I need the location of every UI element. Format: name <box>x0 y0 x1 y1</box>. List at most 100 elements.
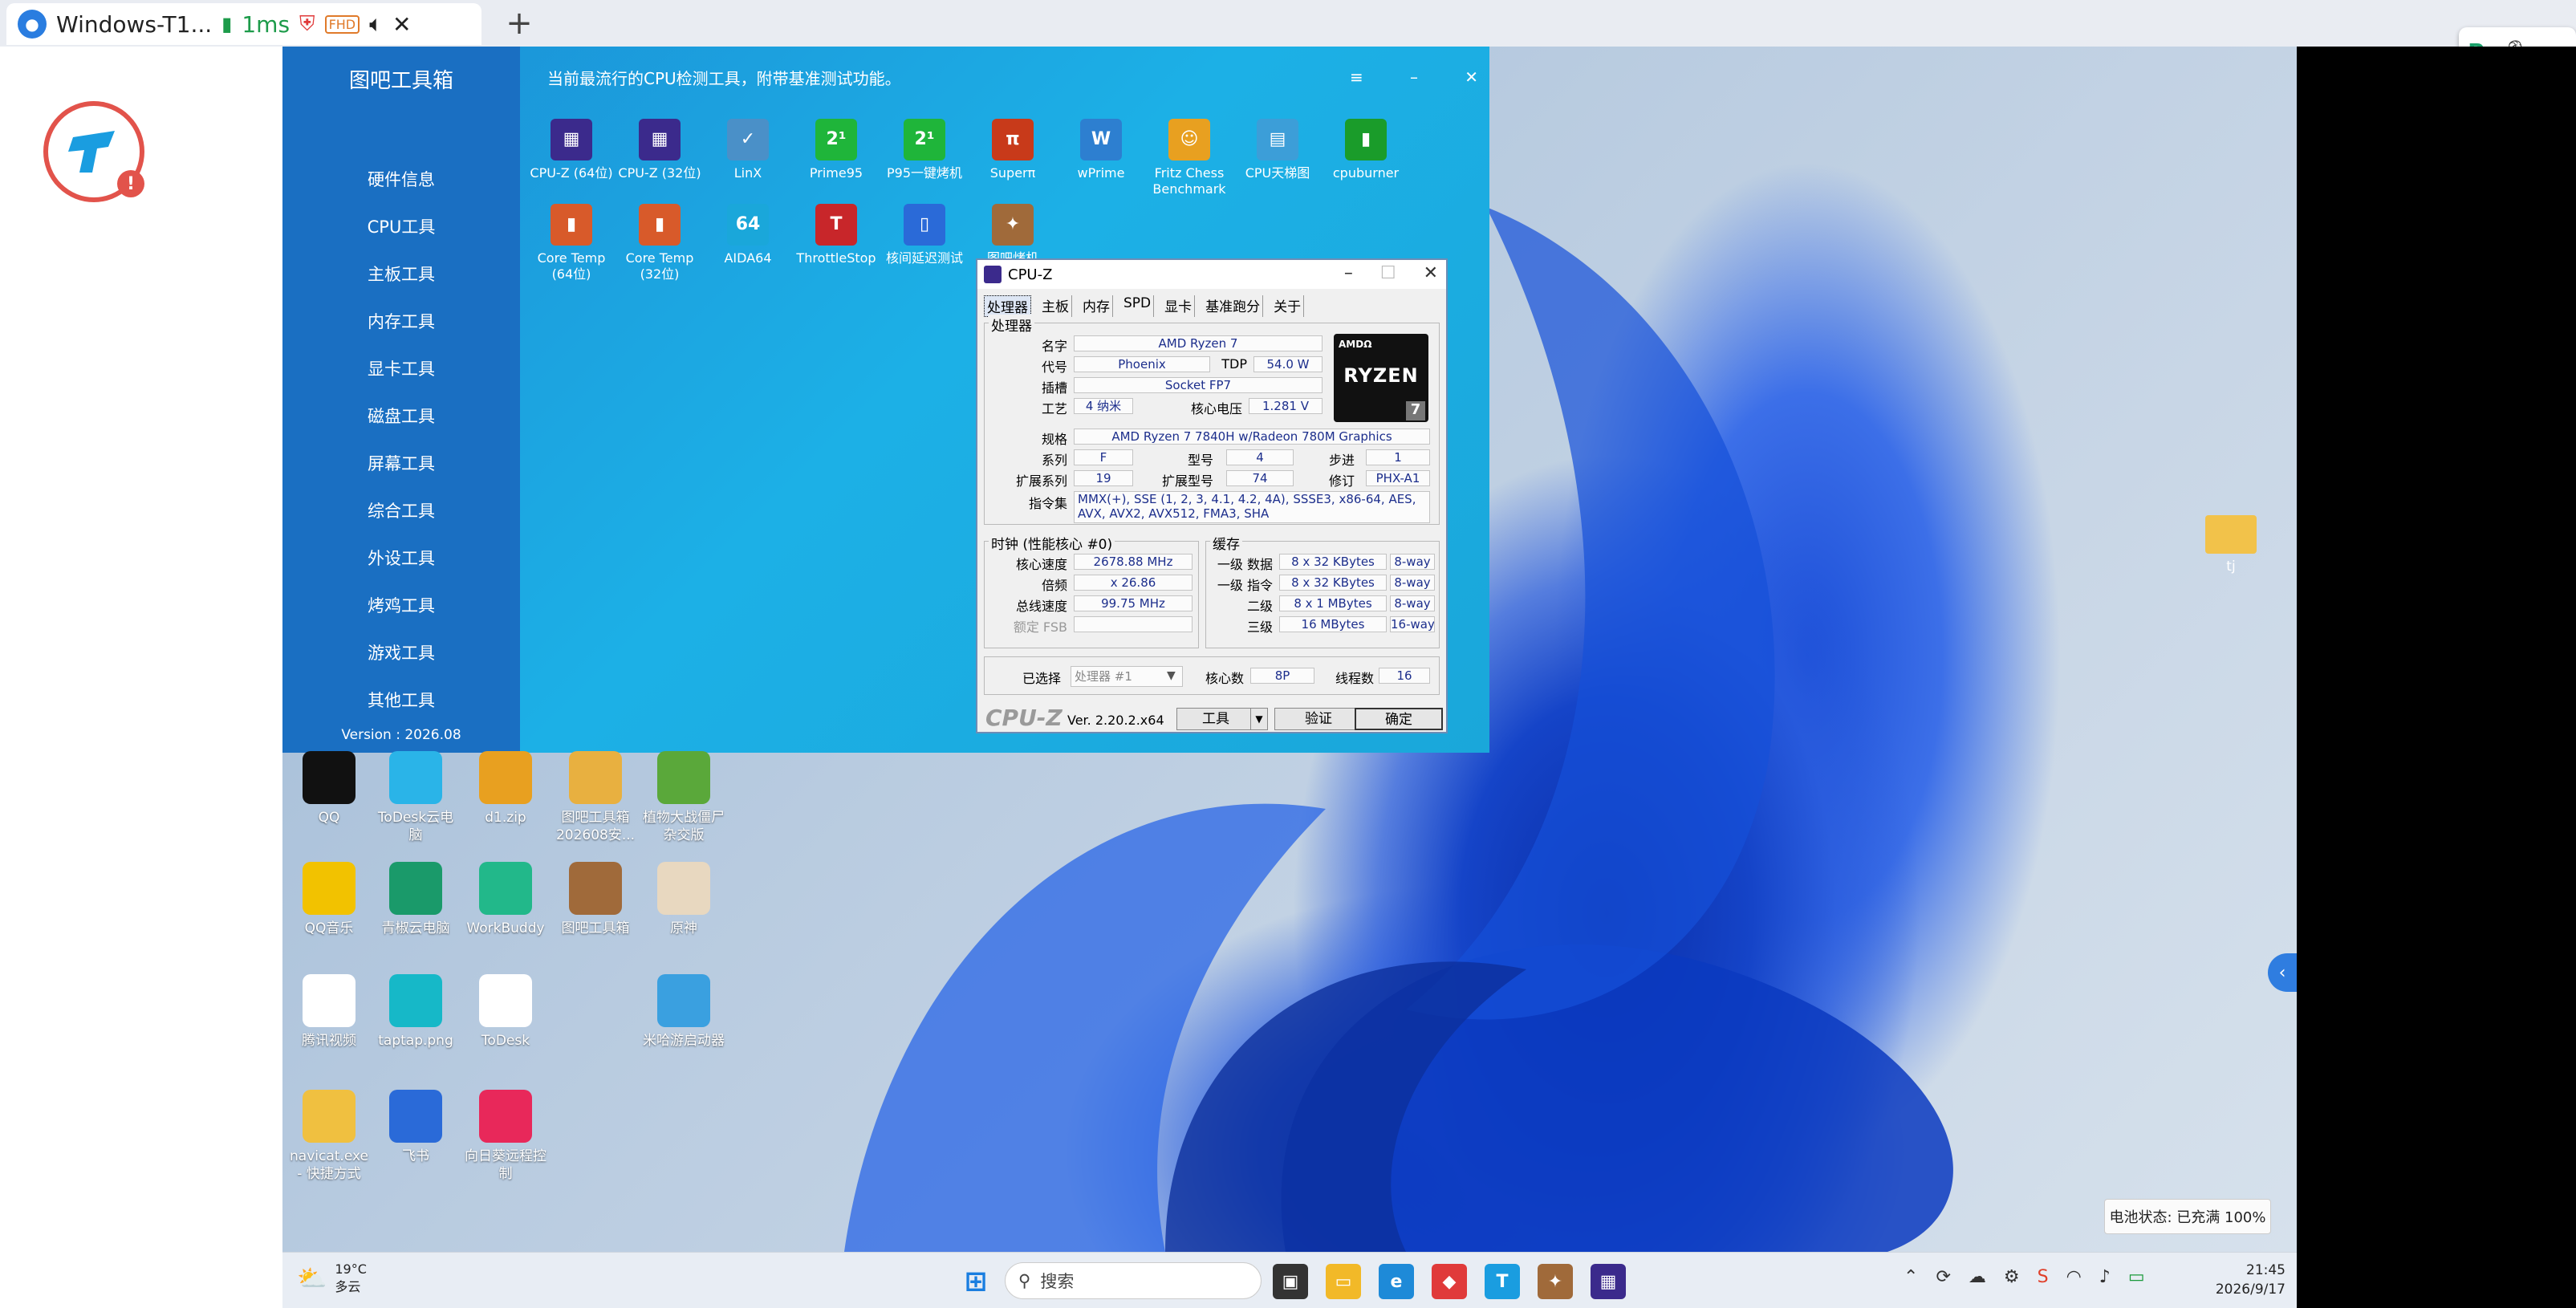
sidebar-item[interactable]: 其他工具 <box>282 688 520 712</box>
desktop-icon[interactable]: 飞书 <box>374 1090 457 1165</box>
hd-badge[interactable]: FHD <box>324 14 360 34</box>
tool-item[interactable]: π Superπ <box>968 119 1058 181</box>
desktop-icon[interactable]: navicat.exe - 快捷方式 <box>287 1090 371 1183</box>
validate-button[interactable]: 验证 <box>1274 708 1363 730</box>
weather-widget[interactable]: ⛅ 19°C 多云 <box>297 1261 367 1296</box>
todesk-floating-icon[interactable]: ! <box>43 101 144 202</box>
tools-button[interactable]: 工具 <box>1176 708 1255 730</box>
tool-item[interactable]: ▮ Core Temp (64位) <box>526 204 616 282</box>
anydesk-icon[interactable]: ◆ <box>1432 1264 1467 1299</box>
maximize-icon[interactable]: ☐ <box>1380 263 1396 283</box>
desktop-icon[interactable]: 腾讯视频 <box>287 974 371 1050</box>
file-explorer-icon[interactable]: ▭ <box>1326 1264 1361 1299</box>
desktop-app-icon <box>479 751 532 804</box>
tools-dropdown-icon[interactable]: ▼ <box>1250 708 1268 730</box>
close-icon[interactable]: ✕ <box>1465 67 1478 87</box>
sidebar-item[interactable]: 内存工具 <box>282 309 520 333</box>
cpuz-tab[interactable]: 关于 <box>1271 295 1305 317</box>
desktop-icon[interactable]: QQ音乐 <box>287 862 371 937</box>
tool-item[interactable]: 2¹ Prime95 <box>791 119 881 181</box>
cpuz-tab[interactable]: SPD <box>1121 295 1155 317</box>
desktop-icon-label: navicat.exe - 快捷方式 <box>290 1148 368 1182</box>
cpuz-tab[interactable]: 基准跑分 <box>1203 295 1264 317</box>
app-tray-icon[interactable]: S <box>2038 1267 2049 1287</box>
clock[interactable]: 21:45 2026/9/17 <box>2205 1261 2285 1299</box>
sidebar-item[interactable]: 磁盘工具 <box>282 404 520 428</box>
ext-family-value: 19 <box>1074 470 1133 486</box>
tool-item[interactable]: ▦ CPU-Z (32位) <box>615 119 705 181</box>
sidebar-item[interactable]: 屏幕工具 <box>282 451 520 475</box>
sidebar-item[interactable]: 显卡工具 <box>282 356 520 380</box>
tool-item[interactable]: ▦ CPU-Z (64位) <box>526 119 616 181</box>
sidebar-item[interactable]: CPU工具 <box>282 214 520 238</box>
edge-icon[interactable]: e <box>1379 1264 1414 1299</box>
desktop-icon[interactable]: 图吧工具箱 <box>554 862 637 937</box>
sidebar-item[interactable]: 综合工具 <box>282 498 520 522</box>
desktop-folder[interactable]: tj <box>2202 515 2260 575</box>
minimize-icon[interactable]: – <box>1410 67 1418 87</box>
tool-item[interactable]: ▯ 核间延迟测试 <box>880 204 969 266</box>
cpuz-taskbar-icon[interactable]: ▦ <box>1591 1264 1626 1299</box>
settings-icon[interactable]: ⚙ <box>2004 1267 2020 1287</box>
tool-item[interactable]: 2¹ P95一键烤机 <box>880 119 969 181</box>
menu-icon[interactable]: ≡ <box>1350 67 1363 87</box>
desktop-icon[interactable]: ToDesk <box>464 974 547 1050</box>
sidebar-item[interactable]: 烤鸡工具 <box>282 593 520 617</box>
desktop-icon[interactable]: ToDesk云电脑 <box>374 751 457 844</box>
close-tab-icon[interactable]: ✕ <box>392 11 411 38</box>
sidebar-item[interactable]: 外设工具 <box>282 546 520 570</box>
desktop-icon[interactable]: 图吧工具箱 202608安... <box>554 751 637 844</box>
tool-item[interactable]: WwPrime <box>1056 119 1146 181</box>
cpuz-tab[interactable]: 主板 <box>1039 295 1072 317</box>
cpuz-tab[interactable]: 处理器 <box>984 295 1031 317</box>
search-box[interactable]: ⚲ 搜索 <box>1005 1262 1262 1299</box>
tool-icon: 2¹ <box>904 119 945 160</box>
desktop-icon[interactable]: 青椒云电脑 <box>374 862 457 937</box>
tool-item[interactable]: T ThrottleStop <box>791 204 881 266</box>
desktop-icon[interactable]: 米哈游启动器 <box>642 974 725 1050</box>
desktop-icon[interactable]: taptap.png <box>374 974 457 1050</box>
session-tab[interactable]: ● Windows-T1... ▮ 1ms ⛨ FHD 🔈︎ ✕ <box>6 3 481 45</box>
start-icon[interactable]: ⊞ <box>958 1264 993 1299</box>
tool-item[interactable]: ☺ Fritz Chess Benchmark <box>1144 119 1234 197</box>
desktop-icon[interactable]: QQ <box>287 751 371 827</box>
tool-item[interactable]: ▤ CPU天梯图 <box>1233 119 1323 181</box>
minimize-icon[interactable]: – <box>1344 263 1353 283</box>
shield-icon[interactable]: ⛨ <box>299 12 315 37</box>
new-tab-button[interactable]: + <box>499 5 539 42</box>
tool-item[interactable]: ✦图吧烤机 <box>968 204 1058 266</box>
tool-item[interactable]: ▮ cpuburner <box>1321 119 1411 181</box>
desktop-icon[interactable]: WorkBuddy <box>464 862 547 937</box>
cpuz-tab[interactable]: 显卡 <box>1162 295 1196 317</box>
cache-way: 8-way <box>1390 575 1435 591</box>
toolbox-taskbar-icon[interactable]: ✦ <box>1538 1264 1573 1299</box>
cloud-icon[interactable]: ☁ <box>1969 1267 1986 1287</box>
desktop-icon[interactable]: d1.zip <box>464 751 547 827</box>
ok-button[interactable]: 确定 <box>1355 708 1443 730</box>
tool-item[interactable]: ✓ LinX <box>703 119 793 181</box>
chevron-down-icon[interactable]: ▼ <box>1167 669 1176 682</box>
todesk-icon[interactable]: T <box>1485 1264 1520 1299</box>
processor-select[interactable]: 处理器 #1 <box>1071 666 1183 687</box>
desktop-app-icon <box>303 974 356 1027</box>
battery-icon[interactable]: ▭ <box>2128 1267 2145 1287</box>
volume-icon[interactable]: ♪ <box>2099 1267 2111 1287</box>
desktop-app-icon <box>389 1090 442 1143</box>
sidebar-item[interactable]: 主板工具 <box>282 262 520 286</box>
sidebar-item[interactable]: 游戏工具 <box>282 640 520 664</box>
desktop-icon[interactable]: 原神 <box>642 862 725 937</box>
task-view-icon[interactable]: ▣ <box>1273 1264 1308 1299</box>
chevron-up-icon[interactable]: ⌃ <box>1904 1267 1918 1287</box>
speaker-icon[interactable]: 🔈︎ <box>369 10 383 38</box>
sidebar-item[interactable]: 硬件信息 <box>282 167 520 191</box>
close-icon[interactable]: ✕ <box>1424 263 1438 283</box>
desktop-icon[interactable]: 向日葵远程控制 <box>464 1090 547 1183</box>
desktop-icon[interactable]: 植物大战僵尸杂交版 <box>642 751 725 844</box>
cpuz-tab[interactable]: 内存 <box>1080 295 1113 317</box>
cores-label: 核心数 <box>1205 671 1244 686</box>
tool-item[interactable]: 64 AIDA64 <box>703 204 793 266</box>
wifi-icon[interactable]: ◠ <box>2066 1267 2082 1287</box>
sync-icon[interactable]: ⟳ <box>1936 1267 1950 1287</box>
tool-item[interactable]: ▮ Core Temp (32位) <box>615 204 705 282</box>
stepping-label: 步进 <box>1328 453 1355 468</box>
